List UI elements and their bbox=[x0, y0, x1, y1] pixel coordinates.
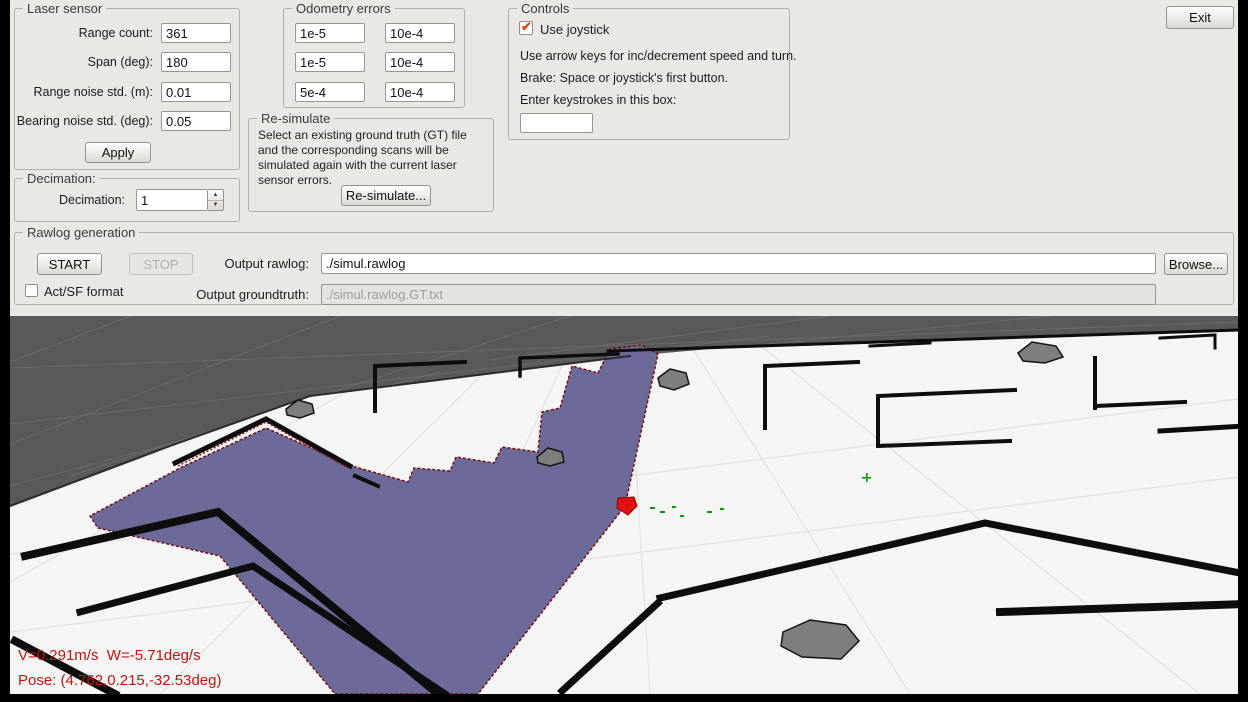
start-button[interactable]: START bbox=[37, 253, 102, 275]
odometry-input-r3c1[interactable] bbox=[295, 82, 365, 102]
actsf-format-checkbox[interactable] bbox=[25, 284, 38, 297]
rawlog-generation-title: Rawlog generation bbox=[23, 225, 139, 240]
decimation-title: Decimation: bbox=[23, 171, 100, 186]
controls-group: Controls Use joystick Use arrow keys for… bbox=[508, 8, 790, 140]
bearing-noise-label: Bearing noise std. (deg): bbox=[15, 114, 157, 128]
span-label: Span (deg): bbox=[15, 55, 157, 69]
controls-title: Controls bbox=[517, 1, 573, 16]
use-joystick-checkbox[interactable] bbox=[519, 21, 533, 35]
stop-button[interactable]: STOP bbox=[129, 253, 193, 275]
use-joystick-label: Use joystick bbox=[540, 22, 609, 37]
resimulate-group: Re-simulate Select an existing ground tr… bbox=[248, 118, 494, 212]
decimation-label: Decimation: bbox=[15, 193, 129, 207]
bearing-noise-input[interactable] bbox=[161, 111, 231, 131]
simulation-3d-viewport[interactable]: V=0.291m/s W=-5.71deg/s Pose: (4.762,0.2… bbox=[10, 316, 1238, 694]
odometry-input-r1c1[interactable] bbox=[295, 23, 365, 43]
resimulate-button[interactable]: Re-simulate... bbox=[341, 185, 431, 206]
output-rawlog-label: Output rawlog: bbox=[185, 256, 313, 271]
simulator-window: Laser sensor Range count: Span (deg): Ra… bbox=[10, 0, 1238, 694]
resimulate-description: Select an existing ground truth (GT) fil… bbox=[258, 128, 488, 188]
decimation-group: Decimation: Decimation: ▲ ▼ bbox=[14, 178, 240, 222]
apply-button[interactable]: Apply bbox=[85, 142, 151, 163]
output-rawlog-input[interactable] bbox=[321, 253, 1156, 274]
browse-button[interactable]: Browse... bbox=[1164, 253, 1228, 275]
laser-sensor-group: Laser sensor Range count: Span (deg): Ra… bbox=[14, 8, 240, 170]
resimulate-title: Re-simulate bbox=[257, 111, 334, 126]
laser-sensor-title: Laser sensor bbox=[23, 1, 106, 16]
hud-pose: Pose: (4.762,0.215,-32.53deg) bbox=[18, 672, 221, 689]
hud-velocity: V=0.291m/s W=-5.71deg/s bbox=[18, 647, 201, 664]
actsf-format-label: Act/SF format bbox=[44, 284, 123, 299]
output-groundtruth-input bbox=[321, 284, 1156, 305]
range-noise-label: Range noise std. (m): bbox=[15, 85, 157, 99]
controls-line1: Use arrow keys for inc/decrement speed a… bbox=[520, 49, 797, 63]
controls-line2: Brake: Space or joystick's first button. bbox=[520, 71, 728, 85]
decimation-spinner: ▲ ▼ bbox=[136, 189, 224, 211]
rawlog-generation-group: Rawlog generation START STOP Output rawl… bbox=[14, 232, 1234, 305]
output-groundtruth-label: Output groundtruth: bbox=[185, 287, 313, 302]
spin-down-icon[interactable]: ▼ bbox=[208, 201, 223, 211]
range-count-input[interactable] bbox=[161, 23, 231, 43]
odometry-input-r2c1[interactable] bbox=[295, 52, 365, 72]
controls-line3: Enter keystrokes in this box: bbox=[520, 93, 676, 107]
range-count-label: Range count: bbox=[15, 26, 157, 40]
odometry-errors-title: Odometry errors bbox=[292, 1, 395, 16]
decimation-input[interactable] bbox=[136, 189, 208, 211]
odometry-input-r2c2[interactable] bbox=[385, 52, 455, 72]
odometry-errors-group: Odometry errors bbox=[283, 8, 465, 108]
scene-canvas bbox=[10, 316, 1238, 694]
decimation-spin-buttons[interactable]: ▲ ▼ bbox=[208, 189, 224, 211]
odometry-input-r3c2[interactable] bbox=[385, 82, 455, 102]
keystroke-input[interactable] bbox=[520, 113, 593, 133]
spin-up-icon[interactable]: ▲ bbox=[208, 190, 223, 201]
span-input[interactable] bbox=[161, 52, 231, 72]
exit-button[interactable]: Exit bbox=[1166, 6, 1234, 29]
odometry-input-r1c2[interactable] bbox=[385, 23, 455, 43]
range-noise-input[interactable] bbox=[161, 82, 231, 102]
